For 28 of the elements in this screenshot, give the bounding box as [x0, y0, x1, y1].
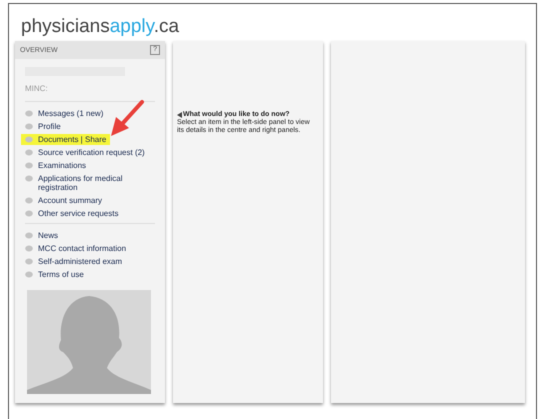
dot-icon: [25, 149, 33, 156]
sidebar-item[interactable]: Examinations: [21, 160, 90, 171]
sidebar-item[interactable]: Documents | Share: [21, 134, 110, 145]
dot-icon: [25, 271, 33, 278]
minc-label: MINC:: [25, 84, 48, 93]
sidebar-item[interactable]: Messages (1 new): [21, 108, 108, 119]
dot-icon: [25, 123, 33, 130]
sidebar-item[interactable]: Account summary: [21, 195, 106, 206]
dot-icon: [25, 197, 33, 204]
caret-icon: [177, 112, 182, 118]
site-logo: physiciansapply.ca: [21, 16, 180, 38]
dot-icon: [25, 245, 33, 252]
dot-icon: [25, 136, 33, 143]
dot-icon: [25, 232, 33, 239]
sidebar-item[interactable]: MCC contact information: [21, 243, 130, 254]
dot-icon: [25, 110, 33, 117]
dot-icon: [25, 210, 33, 217]
dot-icon: [25, 258, 33, 265]
dot-icon: [25, 162, 33, 169]
sidebar-item[interactable]: Terms of use: [21, 269, 88, 280]
arrow-annotation: [109, 99, 145, 137]
sidebar-item[interactable]: News: [21, 230, 62, 241]
sidebar-item[interactable]: Source verification request (2): [21, 147, 149, 158]
sidebar-item[interactable]: Applications for medical registration: [21, 173, 154, 193]
sidebar-item[interactable]: Self-administered exam: [21, 256, 126, 267]
sidebar-item[interactable]: Profile: [21, 121, 65, 132]
dot-icon: [25, 175, 33, 182]
sidebar-item[interactable]: Other service requests: [21, 208, 122, 219]
